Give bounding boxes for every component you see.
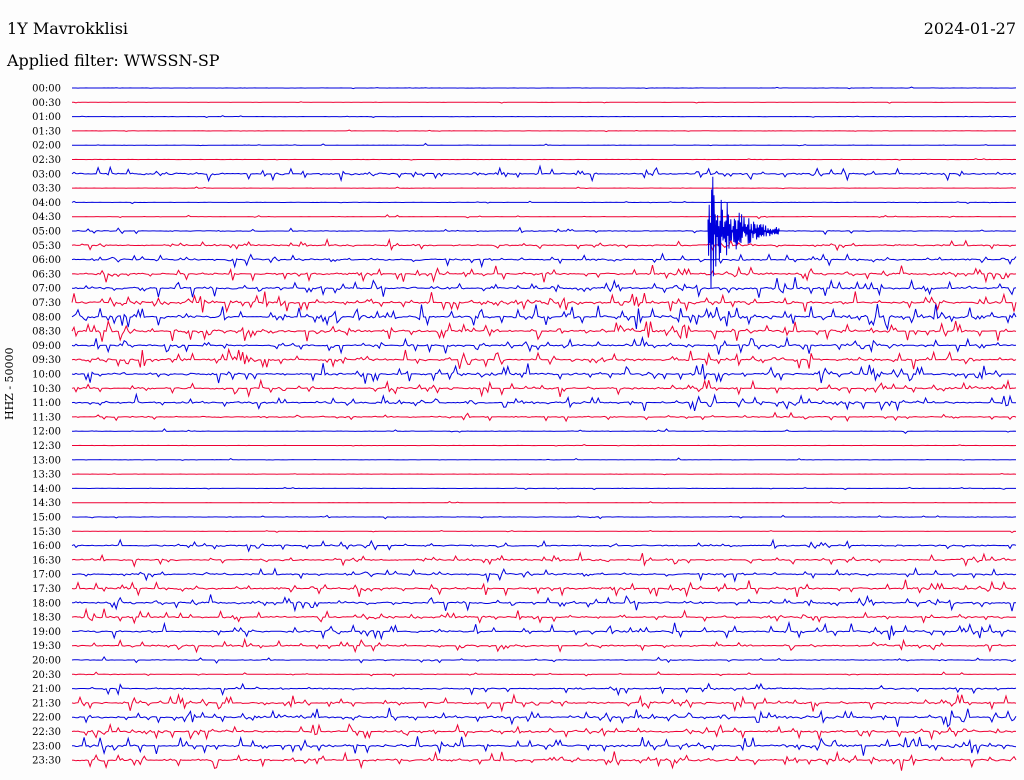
tick-label: 15:00 [32, 513, 61, 524]
trace-line [72, 444, 1017, 447]
tick-label: 22:00 [32, 713, 61, 724]
trace-line [72, 158, 1017, 161]
trace-line [71, 529, 1017, 534]
trace-line [71, 237, 1017, 252]
tick-label: 03:00 [32, 169, 61, 180]
trace-line [72, 501, 1017, 504]
trace-line [72, 186, 1017, 190]
trace-line [72, 129, 1017, 133]
tick-label: 00:00 [32, 84, 61, 95]
tick-label: 12:00 [32, 427, 61, 438]
trace-line [71, 319, 1017, 342]
tick-label: 05:00 [32, 227, 61, 238]
trace-line [71, 291, 1017, 314]
tick-label: 07:00 [32, 284, 61, 295]
tick-label: 23:30 [32, 756, 61, 767]
tick-label: 01:00 [32, 112, 61, 123]
tick-label: 14:30 [32, 498, 61, 509]
tick-label: 18:30 [32, 613, 61, 624]
trace-line [72, 514, 1017, 520]
tick-label: 02:00 [32, 141, 61, 152]
tick-label: 10:00 [32, 370, 61, 381]
tick-label: 01:30 [32, 126, 61, 137]
tick-label: 21:30 [32, 698, 61, 709]
event-trace [707, 176, 780, 289]
trace-line [72, 101, 1016, 104]
tick-label: 11:00 [32, 398, 61, 409]
trace-line [71, 551, 1017, 568]
tick-label: 16:30 [32, 555, 61, 566]
trace-line [71, 707, 1017, 728]
traces [71, 86, 1017, 771]
trace-line [72, 736, 1017, 756]
trace-line [72, 620, 1017, 641]
tick-label: 15:30 [32, 527, 61, 538]
trace-line [71, 164, 1017, 183]
tick-label: 08:30 [32, 327, 61, 338]
tick-label: 20:00 [32, 656, 61, 667]
trace-line [71, 538, 1017, 553]
tick-label: 18:00 [32, 598, 61, 609]
trace-line [71, 579, 1017, 598]
trace-line [71, 335, 1017, 355]
trace-line [72, 86, 1017, 90]
tick-label: 13:00 [32, 455, 61, 466]
trace-line [71, 567, 1017, 584]
tick-labels: 00:00 00:30 01:00 01:30 02:00 02:30 03:00 03:30… [32, 84, 61, 767]
trace-line [72, 142, 1017, 147]
tick-label: 11:30 [32, 412, 61, 423]
trace-line [71, 252, 1017, 269]
trace-line [71, 428, 1017, 434]
trace-line [72, 682, 1017, 697]
tick-label: 02:30 [32, 155, 61, 166]
tick-label: 09:00 [32, 341, 61, 352]
tick-label: 09:30 [32, 355, 61, 366]
trace-line [71, 637, 1017, 654]
tick-label: 16:00 [32, 541, 61, 552]
tick-label: 07:30 [32, 298, 61, 309]
trace-line [71, 363, 1017, 384]
trace-line [72, 594, 1016, 613]
helicorder-plot: 00:00 00:30 01:00 01:30 02:00 02:30 03:00 03:30… [32, 84, 1017, 771]
tick-label: 17:30 [32, 584, 61, 595]
tick-label: 06:00 [32, 255, 61, 266]
tick-label: 19:00 [32, 627, 61, 638]
trace-line [72, 214, 1017, 220]
trace-line [71, 655, 1017, 664]
tick-label: 00:30 [32, 98, 61, 109]
tick-label: 08:00 [32, 312, 61, 323]
tick-label: 14:00 [32, 484, 61, 495]
tick-label: 17:00 [32, 570, 61, 581]
tick-label: 13:30 [32, 470, 61, 481]
tick-label: 20:30 [32, 670, 61, 681]
tick-label: 21:00 [32, 684, 61, 695]
trace-line [71, 378, 1017, 398]
trace-line [71, 472, 1017, 476]
tick-label: 04:30 [32, 212, 61, 223]
tick-label: 06:30 [32, 269, 61, 280]
trace-line [71, 457, 1016, 461]
trace-line [71, 347, 1017, 370]
trace-line [71, 264, 1017, 284]
trace-line [71, 607, 1017, 625]
trace-line [71, 392, 1017, 412]
trace-line [71, 200, 1016, 205]
trace-line [71, 304, 1017, 331]
trace-line [72, 671, 1017, 677]
trace-line [72, 115, 1017, 119]
tick-label: 10:30 [32, 384, 61, 395]
trace-line [72, 486, 1016, 491]
trace-line [71, 750, 1017, 771]
trace-line [71, 693, 1017, 713]
tick-label: 22:30 [32, 727, 61, 738]
trace-line [72, 226, 1017, 236]
trace-line [72, 411, 1017, 423]
tick-label: 05:30 [32, 241, 61, 252]
trace-line [71, 723, 1017, 741]
tick-label: 19:30 [32, 641, 61, 652]
tick-label: 23:00 [32, 741, 61, 752]
tick-label: 03:30 [32, 184, 61, 195]
tick-label: 12:30 [32, 441, 61, 452]
tick-label: 04:00 [32, 198, 61, 209]
